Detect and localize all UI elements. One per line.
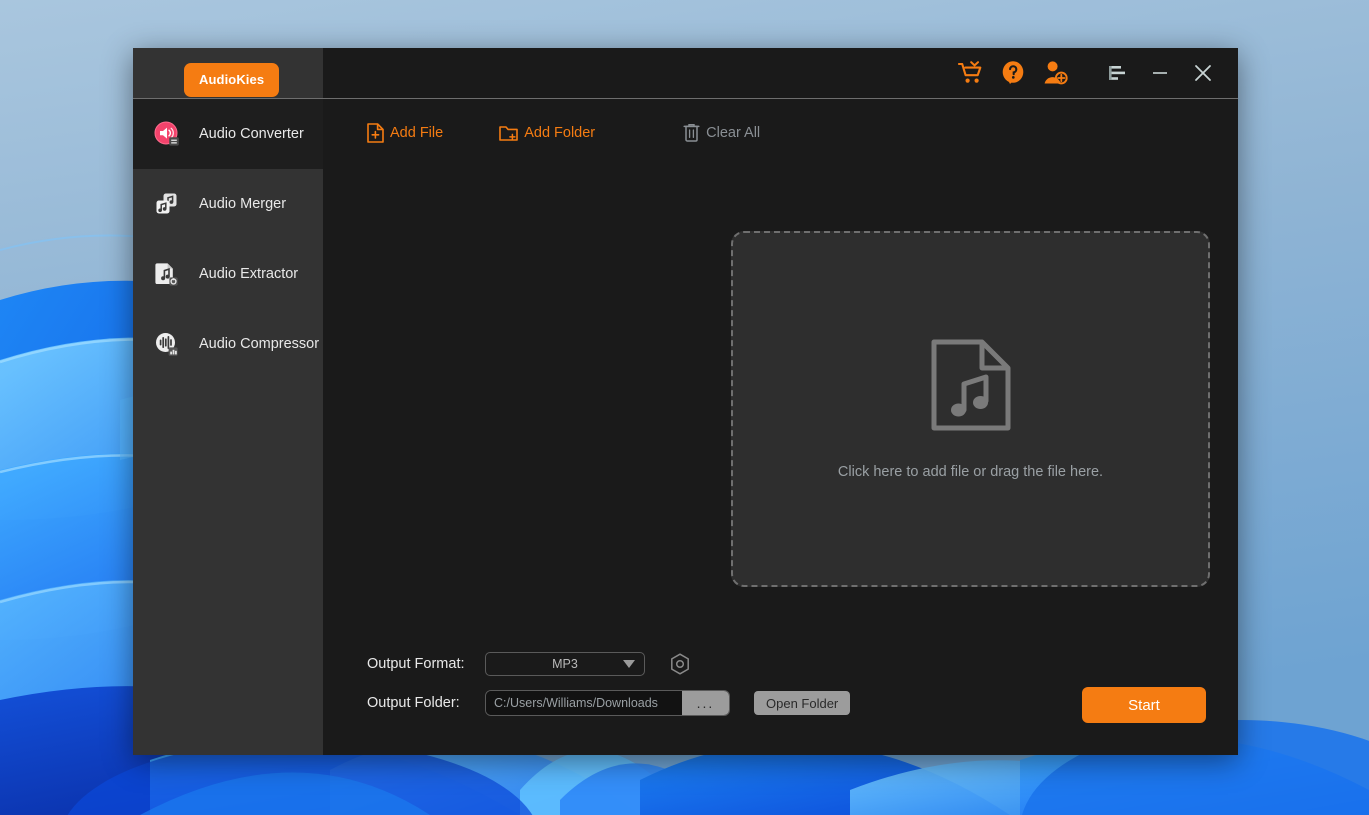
add-folder-icon bbox=[499, 124, 518, 142]
add-file-label: Add File bbox=[390, 125, 443, 141]
minimize-icon[interactable] bbox=[1140, 53, 1182, 93]
trash-icon bbox=[683, 123, 700, 142]
extract-note-icon bbox=[154, 261, 180, 287]
output-format-label: Output Format: bbox=[367, 656, 485, 672]
sidebar-item-audio-converter[interactable]: Audio Converter bbox=[133, 99, 323, 169]
main-panel: Add File Add Folder bbox=[323, 99, 1238, 755]
app-window: AudioKies Audio Converter bbox=[133, 48, 1238, 755]
sidebar-item-label: Audio Converter bbox=[199, 126, 304, 142]
title-bar bbox=[133, 48, 1238, 99]
output-folder-group: ... bbox=[485, 690, 730, 716]
close-icon[interactable] bbox=[1182, 53, 1224, 93]
waveform-icon bbox=[154, 331, 180, 357]
sidebar-item-label: Audio Compressor bbox=[199, 336, 319, 352]
add-user-icon[interactable] bbox=[1034, 53, 1076, 93]
title-bar-actions bbox=[950, 53, 1238, 93]
output-folder-row: Output Folder: ... Open Folder bbox=[367, 690, 850, 716]
audio-file-icon bbox=[930, 338, 1012, 432]
output-format-value: MP3 bbox=[552, 657, 578, 671]
sidebar: AudioKies Audio Converter bbox=[133, 99, 323, 755]
browse-folder-button[interactable]: ... bbox=[682, 691, 729, 715]
file-dropzone[interactable]: Click here to add file or drag the file … bbox=[731, 231, 1210, 587]
file-toolbar: Add File Add Folder bbox=[323, 99, 1238, 166]
content-area: Click here to add file or drag the file … bbox=[323, 166, 1238, 755]
cart-icon[interactable] bbox=[950, 53, 992, 93]
sidebar-item-audio-compressor[interactable]: Audio Compressor bbox=[133, 309, 323, 379]
window-body: AudioKies Audio Converter bbox=[133, 99, 1238, 755]
clear-all-label: Clear All bbox=[706, 125, 760, 141]
output-settings-bar: Output Format: MP3 O bbox=[323, 635, 1238, 755]
sidebar-item-label: Audio Extractor bbox=[199, 266, 298, 282]
app-logo-badge[interactable]: AudioKies bbox=[184, 63, 279, 97]
help-icon[interactable] bbox=[992, 53, 1034, 93]
start-button[interactable]: Start bbox=[1082, 687, 1206, 723]
output-format-select[interactable]: MP3 bbox=[485, 652, 645, 676]
dropzone-hint: Click here to add file or drag the file … bbox=[838, 464, 1103, 480]
menu-icon[interactable] bbox=[1098, 53, 1140, 93]
clear-all-button[interactable]: Clear All bbox=[683, 123, 760, 142]
output-format-row: Output Format: MP3 bbox=[367, 652, 691, 676]
merge-notes-icon bbox=[154, 191, 180, 217]
add-folder-label: Add Folder bbox=[524, 125, 595, 141]
gear-icon bbox=[670, 653, 690, 675]
add-file-icon bbox=[367, 123, 384, 143]
add-folder-button[interactable]: Add Folder bbox=[499, 124, 595, 142]
format-settings-button[interactable] bbox=[669, 653, 691, 675]
open-folder-button[interactable]: Open Folder bbox=[754, 691, 850, 715]
sidebar-item-audio-extractor[interactable]: Audio Extractor bbox=[133, 239, 323, 309]
add-file-button[interactable]: Add File bbox=[367, 123, 443, 143]
output-folder-label: Output Folder: bbox=[367, 695, 485, 711]
output-folder-input[interactable] bbox=[486, 691, 682, 715]
chevron-down-icon bbox=[623, 660, 635, 668]
sidebar-item-audio-merger[interactable]: Audio Merger bbox=[133, 169, 323, 239]
speaker-icon bbox=[154, 121, 180, 147]
sidebar-item-label: Audio Merger bbox=[199, 196, 286, 212]
